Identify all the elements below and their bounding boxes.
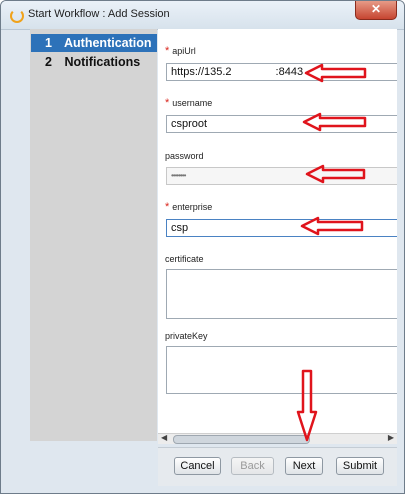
close-button[interactable]: ✕ [355, 1, 397, 20]
apiurl-label: * apiUrl [165, 45, 196, 57]
app-icon [10, 9, 24, 23]
cancel-button[interactable]: Cancel [174, 457, 221, 475]
back-button[interactable]: Back [231, 457, 274, 475]
required-mark: * [165, 97, 170, 109]
enterprise-input[interactable]: csp [166, 219, 397, 237]
privatekey-textarea[interactable] [166, 346, 397, 394]
required-mark: * [165, 201, 170, 213]
certificate-label: certificate [165, 254, 204, 264]
step-label: Authentication [64, 36, 152, 50]
step-number: 2 [45, 55, 52, 69]
scroll-thumb[interactable] [173, 435, 310, 444]
wizard-steps-sidebar: 1 Authentication 2 Notifications [30, 29, 157, 441]
title-bar: Start Workflow : Add Session ✕ [1, 1, 404, 30]
scroll-right-icon[interactable]: ▶ [388, 433, 394, 442]
submit-button[interactable]: Submit [336, 457, 384, 475]
form-panel: * apiUrl https://135.2:8443 * username csp… [158, 29, 397, 433]
username-label: * username [165, 97, 213, 109]
scroll-left-icon[interactable]: ◀ [161, 433, 167, 442]
username-input[interactable]: csproot [166, 115, 397, 133]
next-button[interactable]: Next [285, 457, 323, 475]
required-mark: * [165, 45, 170, 57]
step-notifications[interactable]: 2 Notifications [31, 53, 157, 71]
apiurl-input[interactable]: https://135.2:8443 [166, 63, 397, 81]
enterprise-label: * enterprise [165, 201, 213, 213]
privatekey-label: privateKey [165, 331, 208, 341]
window-title: Start Workflow : Add Session [28, 8, 170, 20]
password-label: password [165, 151, 204, 161]
certificate-textarea[interactable] [166, 269, 397, 319]
step-authentication[interactable]: 1 Authentication [31, 34, 157, 52]
dialog-window: Start Workflow : Add Session ✕ 1 Authent… [0, 0, 405, 494]
step-label: Notifications [64, 55, 141, 69]
button-bar: Cancel Back Next Submit [158, 447, 397, 486]
password-input[interactable]: •••••••• [166, 167, 397, 185]
step-number: 1 [45, 36, 52, 50]
horizontal-scrollbar[interactable]: ◀ ▶ [158, 433, 397, 444]
